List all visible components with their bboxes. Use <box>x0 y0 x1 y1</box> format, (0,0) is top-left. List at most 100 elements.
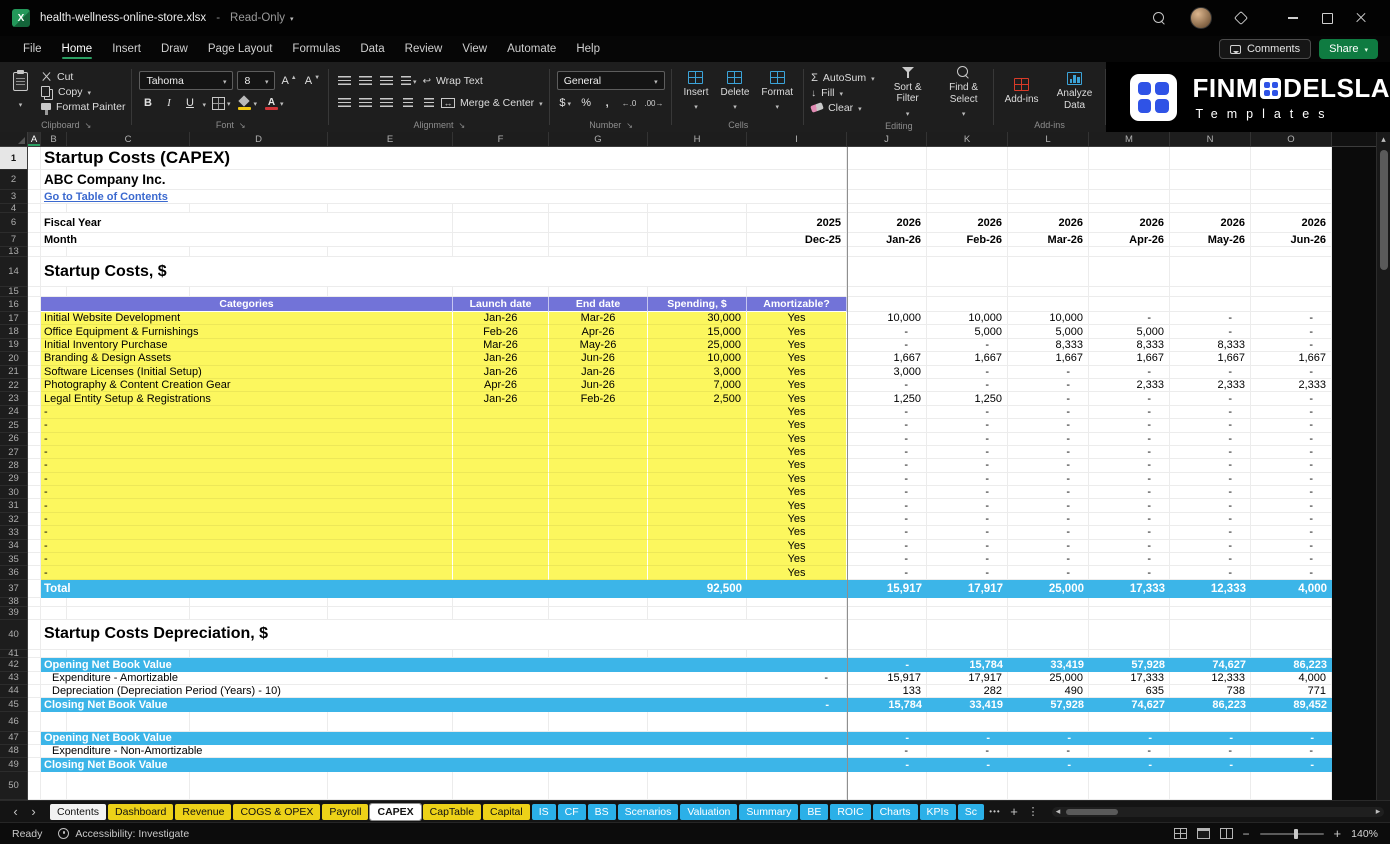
month-cell[interactable]: - <box>1008 553 1089 567</box>
cell[interactable] <box>1170 771 1251 800</box>
month-cell[interactable] <box>1089 147 1170 170</box>
month-cell[interactable] <box>1251 170 1332 190</box>
sheet-tab-cogs-opex[interactable]: COGS & OPEX <box>233 803 321 820</box>
depreciation-value[interactable]: 133 <box>847 684 927 698</box>
row-header-38[interactable]: 38 <box>0 596 27 607</box>
cell[interactable] <box>648 233 747 247</box>
row-header-30[interactable]: 30 <box>0 486 27 500</box>
cell[interactable] <box>41 597 67 607</box>
cell[interactable] <box>1008 649 1089 658</box>
depreciation-value[interactable]: - <box>1251 757 1332 772</box>
month-cell[interactable]: - <box>927 526 1008 540</box>
cell[interactable] <box>927 606 1008 620</box>
meet-now-icon[interactable] <box>1233 10 1249 26</box>
end-date-cell[interactable] <box>549 486 648 500</box>
period-value[interactable]: 2026 <box>1251 213 1332 233</box>
minimize-button[interactable] <box>1276 5 1310 31</box>
spending-cell[interactable] <box>648 432 747 446</box>
launch-date-cell[interactable] <box>453 432 549 446</box>
month-cell[interactable] <box>1008 190 1089 204</box>
amortizable-cell[interactable]: Yes <box>747 445 847 460</box>
month-cell[interactable]: 1,667 <box>847 352 927 366</box>
close-button[interactable] <box>1344 5 1378 31</box>
cell[interactable] <box>453 649 549 658</box>
amortizable-cell[interactable]: Yes <box>747 539 847 554</box>
spending-cell[interactable] <box>648 566 747 580</box>
row-header-25[interactable]: 25 <box>0 419 27 433</box>
cell[interactable] <box>28 671 41 685</box>
depreciation-label[interactable]: Closing Net Book Value <box>41 757 747 772</box>
end-date-cell[interactable]: May-26 <box>549 338 648 353</box>
month-cell[interactable]: - <box>1008 512 1089 527</box>
month-cell[interactable]: - <box>1089 526 1170 540</box>
total-label[interactable]: Total <box>41 579 453 598</box>
depreciation-value[interactable]: 771 <box>1251 684 1332 698</box>
depreciation-frozen-value[interactable] <box>747 657 847 672</box>
vertical-scroll-thumb[interactable] <box>1379 150 1388 270</box>
cell[interactable] <box>28 512 41 527</box>
month-cell[interactable]: 2,333 <box>1089 378 1170 393</box>
cell[interactable] <box>67 597 190 607</box>
row-header-29[interactable]: 29 <box>0 473 27 487</box>
cell[interactable] <box>1089 204 1170 213</box>
month-cell[interactable]: - <box>847 526 927 540</box>
cell[interactable] <box>747 579 847 598</box>
increase-font-size-button[interactable]: A ▲ <box>279 72 298 90</box>
cell[interactable] <box>927 597 1008 607</box>
depreciation-value[interactable]: - <box>847 757 927 772</box>
cell[interactable] <box>28 287 41 297</box>
month-cell[interactable] <box>1170 190 1251 204</box>
cell[interactable] <box>1170 649 1251 658</box>
account-avatar[interactable] <box>1190 7 1212 29</box>
month-cell[interactable]: 1,667 <box>1251 352 1332 366</box>
cell[interactable] <box>28 352 41 366</box>
month-cell[interactable]: - <box>1251 445 1332 460</box>
cell[interactable] <box>549 213 648 233</box>
cell[interactable] <box>927 711 1008 732</box>
cell[interactable] <box>927 247 1008 257</box>
sheet-tab-valuation[interactable]: Valuation <box>680 803 738 820</box>
period-value[interactable]: 2026 <box>1089 213 1170 233</box>
comma-style-button[interactable]: , <box>599 94 616 112</box>
month-cell[interactable]: - <box>1170 566 1251 580</box>
decrease-font-size-button[interactable]: A ▼ <box>303 72 322 90</box>
month-cell[interactable] <box>927 190 1008 204</box>
cell[interactable] <box>1089 771 1170 800</box>
depreciation-value[interactable]: 86,223 <box>1251 657 1332 672</box>
row-header-44[interactable]: 44 <box>0 685 27 698</box>
month-cell[interactable] <box>1089 297 1170 312</box>
depreciation-value[interactable]: - <box>1170 731 1251 745</box>
cell[interactable] <box>28 247 41 257</box>
month-cell[interactable]: - <box>1008 419 1089 433</box>
spending-cell[interactable]: 3,000 <box>648 365 747 379</box>
launch-date-cell[interactable] <box>453 526 549 540</box>
month-cell[interactable] <box>927 147 1008 170</box>
month-cell[interactable]: - <box>1251 512 1332 527</box>
depreciation-frozen-value[interactable] <box>747 757 847 772</box>
month-cell[interactable]: - <box>1089 499 1170 513</box>
category-cell[interactable]: Legal Entity Setup & Registrations <box>41 392 453 406</box>
cell[interactable] <box>549 247 648 257</box>
depreciation-label[interactable]: Opening Net Book Value <box>41 657 747 672</box>
sheet-tab-capital[interactable]: Capital <box>483 803 530 820</box>
depreciation-value[interactable]: - <box>927 744 1008 758</box>
depreciation-value[interactable]: 74,627 <box>1170 657 1251 672</box>
cell[interactable] <box>453 213 549 233</box>
sheet-tab-sc[interactable]: Sc <box>957 803 984 820</box>
sheet-title[interactable]: Startup Costs (CAPEX) <box>41 147 847 170</box>
cell[interactable] <box>1089 711 1170 732</box>
autosum-button[interactable]: AutoSum <box>811 72 875 84</box>
cell[interactable] <box>1251 649 1332 658</box>
month-cell[interactable]: 1,667 <box>1089 352 1170 366</box>
scroll-left-arrow[interactable] <box>1052 806 1064 817</box>
month-cell[interactable]: - <box>1251 526 1332 540</box>
end-date-cell[interactable]: Apr-26 <box>549 325 648 339</box>
depreciation-frozen-value[interactable]: - <box>747 671 847 685</box>
month-cell[interactable]: - <box>927 539 1008 554</box>
month-cell[interactable] <box>1251 619 1332 650</box>
sort-filter-button[interactable]: Sort & Filter <box>885 66 931 120</box>
bottom-align-button[interactable] <box>378 72 395 90</box>
row-header-36[interactable]: 36 <box>0 566 27 580</box>
month-cell[interactable]: 10,000 <box>927 312 1008 326</box>
month-cell[interactable]: - <box>1170 526 1251 540</box>
